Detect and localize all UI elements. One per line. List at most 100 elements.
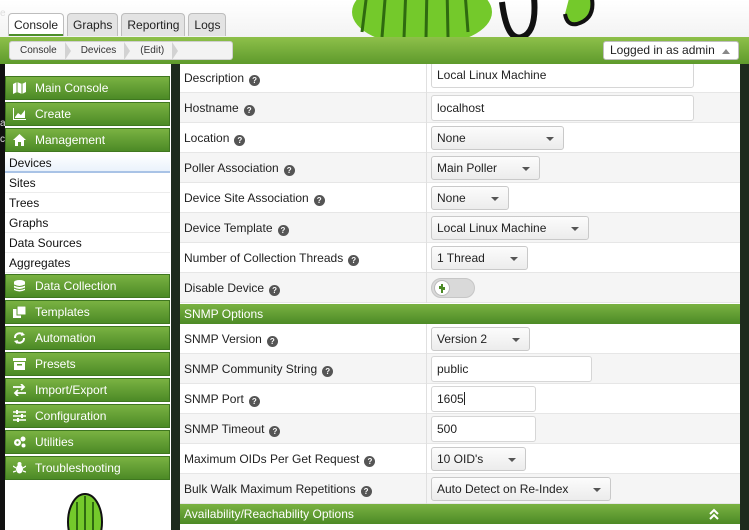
cell-divider bbox=[426, 243, 427, 273]
tab-graphs[interactable]: Graphs bbox=[67, 13, 119, 36]
cell-divider bbox=[426, 414, 427, 444]
double-chevron-up-icon[interactable] bbox=[708, 507, 720, 521]
help-icon[interactable]: ? bbox=[266, 336, 278, 347]
snmp-timeout-input[interactable]: 500 bbox=[431, 416, 536, 442]
help-icon[interactable]: ? bbox=[364, 456, 376, 467]
help-icon[interactable]: ? bbox=[277, 225, 289, 236]
help-icon[interactable]: ? bbox=[243, 105, 255, 116]
row-site: Device Site Association? None bbox=[180, 183, 740, 213]
sidebar-item-main-console[interactable]: Main Console bbox=[5, 76, 170, 100]
help-icon[interactable]: ? bbox=[322, 366, 334, 377]
row-description: Description? Local Linux Machine bbox=[180, 64, 740, 94]
sidebar-sub-graphs[interactable]: Graphs bbox=[5, 213, 170, 233]
chevron-down-icon bbox=[571, 227, 579, 231]
sidebar-sub-devices[interactable]: Devices bbox=[5, 153, 170, 173]
help-icon[interactable]: ? bbox=[234, 135, 246, 146]
sidebar-item-label: Presets bbox=[35, 357, 76, 371]
toggle-knob bbox=[434, 280, 450, 296]
location-select[interactable]: None bbox=[431, 126, 564, 150]
field-label: SNMP Port? bbox=[184, 384, 260, 414]
sidebar-item-label: Troubleshooting bbox=[35, 461, 121, 475]
availability-options-header[interactable]: Availability/Reachability Options bbox=[180, 504, 740, 524]
site-select[interactable]: None bbox=[431, 186, 509, 210]
sidebar-item-automation[interactable]: Automation bbox=[5, 326, 170, 350]
threads-select[interactable]: 1 Thread bbox=[431, 246, 528, 270]
sidebar-item-label: Configuration bbox=[35, 409, 107, 423]
sidebar-item-import-export[interactable]: Import/Export bbox=[5, 378, 170, 402]
device-template-select[interactable]: Local Linux Machine bbox=[431, 216, 589, 240]
sidebar-item-label: Utilities bbox=[35, 435, 74, 449]
sidebar-item-templates[interactable]: Templates bbox=[5, 300, 170, 324]
tab-reporting[interactable]: Reporting bbox=[121, 13, 186, 36]
disable-device-toggle[interactable] bbox=[431, 278, 475, 298]
cell-divider bbox=[426, 474, 427, 504]
field-label: SNMP Timeout? bbox=[184, 414, 281, 444]
snmp-version-select[interactable]: Version 2 bbox=[431, 327, 530, 351]
snmp-community-input[interactable]: public bbox=[431, 356, 592, 382]
sidebar-sub-aggregates[interactable]: Aggregates bbox=[5, 253, 170, 273]
sidebar-sub-sites[interactable]: Sites bbox=[5, 173, 170, 193]
map-icon bbox=[13, 82, 26, 94]
sidebar-item-label: Import/Export bbox=[35, 383, 108, 397]
cell-divider bbox=[426, 183, 427, 213]
tab-console[interactable]: Console bbox=[8, 13, 65, 36]
row-poller: Poller Association? Main Poller bbox=[180, 153, 740, 183]
field-label: Number of Collection Threads? bbox=[184, 243, 360, 273]
sidebar-sub-data-sources[interactable]: Data Sources bbox=[5, 233, 170, 253]
help-icon[interactable]: ? bbox=[249, 75, 261, 86]
breadcrumb-console[interactable]: Console bbox=[10, 42, 71, 59]
row-snmp-community: SNMP Community String? public bbox=[180, 354, 740, 384]
breadcrumb-devices[interactable]: Devices bbox=[71, 42, 131, 59]
nav-bar: Console Devices (Edit) Logged in as admi… bbox=[0, 37, 749, 64]
help-icon[interactable]: ? bbox=[248, 396, 260, 407]
sidebar-item-troubleshooting[interactable]: Troubleshooting bbox=[5, 456, 170, 480]
sidebar-item-data-collection[interactable]: Data Collection bbox=[5, 274, 170, 298]
sidebar-item-presets[interactable]: Presets bbox=[5, 352, 170, 376]
tab-logs[interactable]: Logs bbox=[188, 13, 227, 36]
chart-icon bbox=[13, 108, 26, 120]
sidebar-item-label: Management bbox=[35, 133, 106, 147]
select-value: None bbox=[437, 131, 466, 145]
home-icon bbox=[13, 134, 26, 146]
help-icon[interactable]: ? bbox=[269, 285, 281, 296]
sidebar-item-label: Automation bbox=[35, 331, 96, 345]
sidebar-item-create[interactable]: Create bbox=[5, 102, 170, 126]
help-icon[interactable]: ? bbox=[283, 165, 295, 176]
row-snmp-timeout: SNMP Timeout? 500 bbox=[180, 414, 740, 444]
row-snmp-version: SNMP Version? Version 2 bbox=[180, 324, 740, 354]
section-title: Availability/Reachability Options bbox=[184, 507, 354, 521]
max-oids-select[interactable]: 10 OID's bbox=[431, 447, 526, 471]
field-label: Description? bbox=[184, 64, 261, 93]
archive-icon bbox=[13, 358, 26, 370]
snmp-port-input[interactable]: 1605 bbox=[431, 386, 536, 412]
select-value: 1 Thread bbox=[437, 251, 485, 265]
sidebar-item-label: Data Collection bbox=[35, 279, 117, 293]
chevron-down-icon bbox=[522, 167, 530, 171]
breadcrumb-edit: (Edit) bbox=[130, 42, 179, 59]
user-menu-button[interactable]: Logged in as admin bbox=[603, 41, 739, 60]
hostname-input[interactable]: localhost bbox=[431, 95, 694, 121]
snmp-options-header: SNMP Options bbox=[180, 304, 740, 324]
sidebar-sub-trees[interactable]: Trees bbox=[5, 193, 170, 213]
chevron-down-icon bbox=[512, 338, 520, 342]
help-icon[interactable]: ? bbox=[269, 426, 281, 437]
bulk-walk-select[interactable]: Auto Detect on Re-Index bbox=[431, 477, 611, 501]
sidebar-item-utilities[interactable]: Utilities bbox=[5, 430, 170, 454]
select-value: 10 OID's bbox=[437, 452, 484, 466]
field-label: Maximum OIDs Per Get Request? bbox=[184, 444, 376, 474]
field-label: Location? bbox=[184, 123, 246, 153]
input-value: 1605 bbox=[437, 392, 464, 406]
help-icon[interactable]: ? bbox=[348, 255, 360, 266]
row-max-oids: Maximum OIDs Per Get Request? 10 OID's bbox=[180, 444, 740, 474]
sidebar-item-management[interactable]: Management bbox=[5, 128, 170, 152]
help-icon[interactable]: ? bbox=[313, 195, 325, 206]
top-banner: Console Graphs Reporting Logs bbox=[0, 0, 749, 40]
cell-divider bbox=[426, 64, 427, 94]
chevron-down-icon bbox=[508, 458, 516, 462]
description-input[interactable]: Local Linux Machine bbox=[431, 64, 694, 88]
cell-divider bbox=[426, 354, 427, 384]
sidebar-item-configuration[interactable]: Configuration bbox=[5, 404, 170, 428]
cell-divider bbox=[426, 273, 427, 303]
poller-select[interactable]: Main Poller bbox=[431, 156, 540, 180]
help-icon[interactable]: ? bbox=[360, 486, 372, 497]
